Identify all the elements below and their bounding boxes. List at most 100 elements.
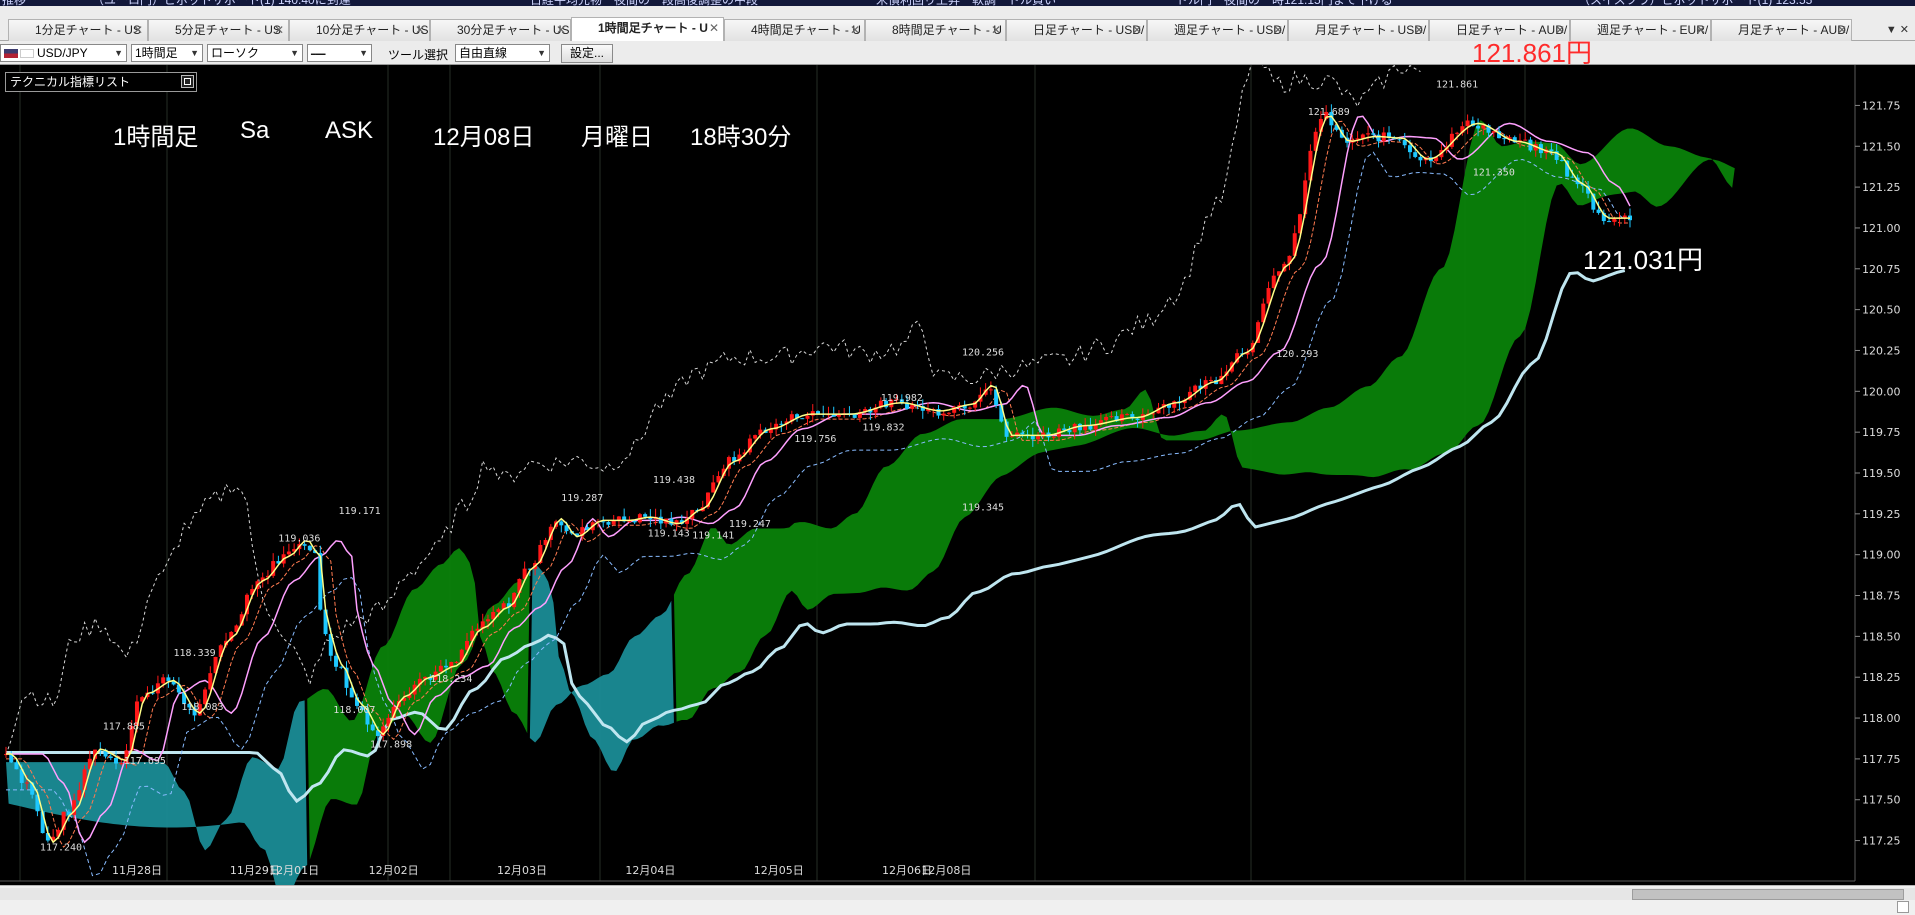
flag-icon (4, 49, 18, 59)
tab-chart-3[interactable]: 30分足チャート - US ✕ (430, 19, 571, 41)
resize-corner-icon[interactable] (1897, 901, 1909, 913)
tab-chart-5[interactable]: 4時間足チャート - U ✕ (724, 19, 865, 41)
candle-body (496, 609, 501, 612)
tab-close-icon[interactable]: ✕ (1273, 20, 1283, 41)
candle-body (108, 756, 113, 758)
tab-close-icon[interactable]: ✕ (133, 20, 143, 41)
candle-body (941, 413, 946, 416)
scroll-track[interactable] (0, 888, 1915, 900)
tab-label: 30分足チャート - US (457, 23, 570, 37)
candle-body (1402, 140, 1407, 146)
candle-body (114, 757, 119, 764)
date-tick-label: 12月08日 (921, 864, 971, 877)
candle-body (454, 661, 459, 663)
tab-label: 週足チャート - EUR/ (1597, 23, 1709, 37)
chart-area[interactable]: 121.75 121.50 121.25 121.00 120.75 120.50 120.… (0, 38, 1915, 885)
chart-type-value: ローソク (211, 46, 260, 60)
tab-close-icon[interactable]: ✕ (556, 20, 566, 41)
tab-chart-9[interactable]: 月足チャート - USD/✕ (1288, 19, 1429, 41)
tab-chart-0[interactable]: 1分足チャート - US ✕ (8, 19, 148, 41)
candle-body (1465, 120, 1470, 127)
tab-label: 5分足チャート - US (175, 23, 281, 37)
price-annotation: 118.083 (181, 702, 223, 713)
candle-body (1036, 436, 1041, 440)
price-tick-label: 119.00 (1862, 549, 1901, 562)
candle-body (1612, 218, 1617, 222)
line-style-select[interactable]: ━━━ ▼ (307, 44, 372, 62)
tab-nav-icons[interactable]: ▼ ✕ (1886, 23, 1909, 36)
timeframe-select[interactable]: 1時間足 ▼ (131, 44, 203, 62)
info-side: ASK (325, 117, 374, 144)
candle-body (1135, 418, 1140, 420)
candle-body (1067, 430, 1072, 433)
line-style-value: ━━━ (311, 50, 326, 59)
price-annotation: 119.143 (648, 529, 690, 540)
horizontal-scrollbar[interactable] (0, 885, 1915, 915)
tab-chart-2[interactable]: 10分足チャート - US ✕ (289, 19, 430, 41)
price-annotation: 117.240 (40, 842, 82, 853)
tab-close-icon[interactable]: ✕ (709, 18, 719, 39)
candle-body (334, 655, 339, 667)
tab-label: 月足チャート - USD/ (1315, 23, 1427, 37)
candle-body (1193, 385, 1198, 392)
panel-restore-icon[interactable] (181, 75, 194, 88)
candle-body (805, 415, 810, 419)
tab-close-icon[interactable]: ✕ (991, 20, 1001, 41)
candle-body (606, 522, 611, 525)
price-annotation: 119.438 (653, 475, 695, 486)
tab-close-icon[interactable]: ✕ (1837, 20, 1847, 41)
price-annotation: 117.898 (370, 739, 412, 750)
price-annotation: 119.832 (862, 423, 904, 434)
tab-label: 1分足チャート - US (35, 23, 141, 37)
tool-select[interactable]: 自由直線 ▼ (455, 44, 550, 62)
tab-close-icon[interactable]: ✕ (274, 20, 284, 41)
candle-body (1407, 145, 1412, 153)
tab-close-icon[interactable]: ✕ (850, 20, 860, 41)
chart-type-select[interactable]: ローソク ▼ (207, 44, 303, 62)
price-annotation: 121.861 (1436, 79, 1478, 90)
candle-body (1371, 133, 1376, 135)
tab-chart-1[interactable]: 5分足チャート - US ✕ (148, 19, 289, 41)
tab-close-icon[interactable]: ✕ (1132, 20, 1142, 41)
price-annotation: 118.234 (430, 674, 472, 685)
tab-chart-6[interactable]: 8時間足チャート - U ✕ (865, 19, 1006, 41)
candle-body (119, 763, 124, 765)
tab-close-icon[interactable]: ✕ (1414, 20, 1424, 41)
tab-label: 4時間足チャート - U (751, 23, 861, 37)
symbol-value: USD/JPY (37, 46, 88, 60)
price-annotation: 117.885 (103, 721, 145, 732)
candle-body (307, 545, 312, 551)
candle-body (1030, 435, 1035, 440)
tab-close-icon[interactable]: ✕ (415, 20, 425, 41)
price-annotation: 121.350 (1473, 168, 1515, 179)
panel-title: テクニカル指標リスト (10, 75, 131, 89)
current-price-callout: 121.031円 (1583, 245, 1703, 275)
chart-toolbar: USD/JPY ▼ 1時間足 ▼ ローソク ▼ ━━━ ▼ ツール選択 自由直線… (0, 41, 1915, 65)
tab-close-icon[interactable]: ✕ (1696, 20, 1706, 41)
candle-body (286, 551, 291, 555)
settings-button[interactable]: 設定... (561, 44, 614, 63)
tab-chart-8[interactable]: 週足チャート - USD/✕ (1147, 19, 1288, 41)
tab-chart-12[interactable]: 月足チャート - AUD/✕ (1711, 19, 1852, 41)
high-price-callout: 121.861円 (1472, 38, 1592, 68)
candle-body (988, 389, 993, 391)
chevron-down-icon: ▼ (290, 48, 299, 58)
scroll-thumb[interactable] (1632, 889, 1904, 900)
info-name: Sa (240, 117, 270, 144)
symbol-select[interactable]: USD/JPY ▼ (0, 44, 127, 62)
candle-body (1481, 125, 1486, 129)
price-annotation: 119.036 (278, 534, 320, 545)
candle-body (1413, 152, 1418, 157)
candle-body (1088, 425, 1093, 430)
candle-body (967, 407, 972, 409)
price-tick-label: 120.25 (1862, 344, 1901, 357)
price-chart[interactable]: 121.75 121.50 121.25 121.00 120.75 120.50 120.… (0, 65, 1915, 885)
tab-label: 月足チャート - AUD/ (1738, 23, 1850, 37)
tab-chart-7[interactable]: 日足チャート - USD/✕ (1006, 19, 1147, 41)
price-annotation: 118.339 (174, 648, 216, 659)
technical-indicator-panel[interactable]: テクニカル指標リスト (5, 72, 197, 92)
date-tick-label: 12月01日 (269, 864, 319, 877)
tab-chart-4[interactable]: 1時間足チャート - U ✕ (571, 17, 724, 42)
candle-body (632, 520, 637, 523)
price-tick-label: 121.25 (1862, 181, 1901, 194)
